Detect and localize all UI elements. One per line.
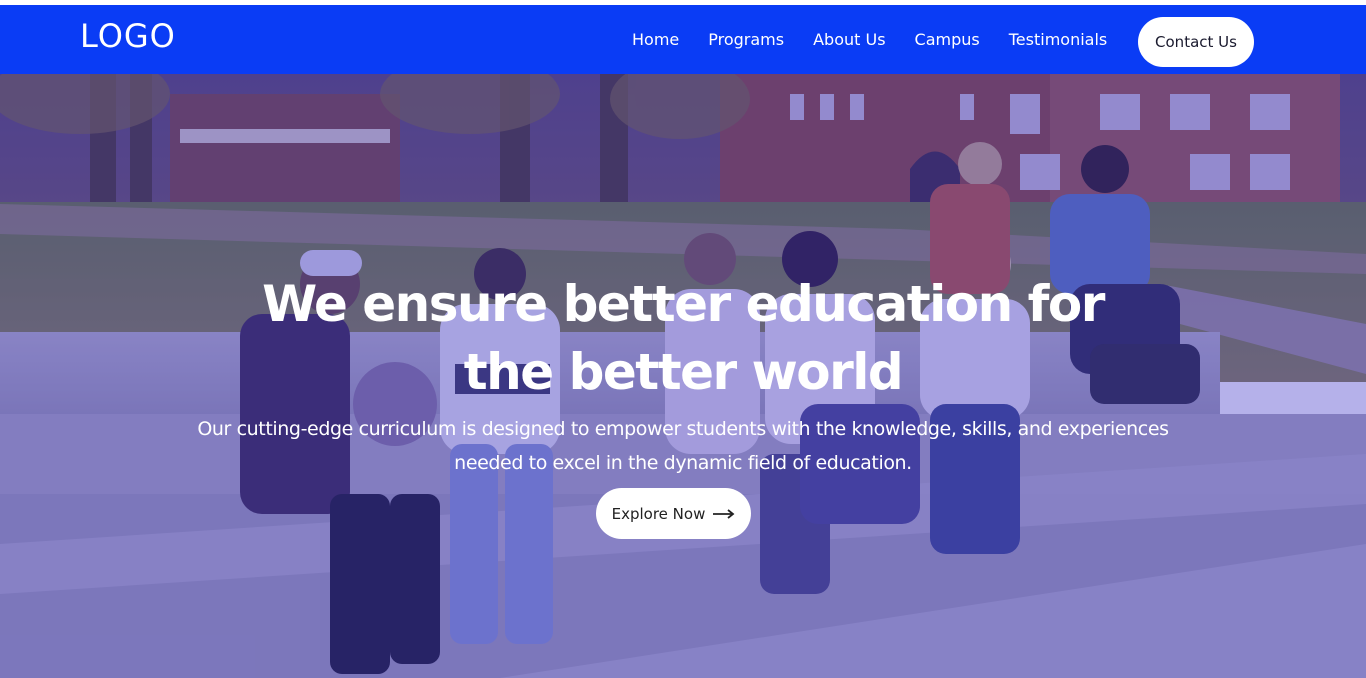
hero-subtitle-line-2: needed to excel in the dynamic field of … <box>454 452 912 474</box>
explore-now-label: Explore Now <box>611 504 706 523</box>
main-nav: Home Programs About Us Campus Testimonia… <box>632 5 1136 74</box>
hero-title-line-1: We ensure better education for <box>262 275 1105 333</box>
hero-title: We ensure better education for the bette… <box>0 270 1366 406</box>
landing-page: LOGO Home Programs About Us Campus Testi… <box>0 0 1366 678</box>
top-navbar: LOGO Home Programs About Us Campus Testi… <box>0 5 1366 74</box>
nav-link-programs[interactable]: Programs <box>708 30 784 49</box>
hero-subtitle: Our cutting-edge curriculum is designed … <box>0 412 1366 480</box>
nav-link-testimonials[interactable]: Testimonials <box>1009 30 1108 49</box>
explore-now-button[interactable]: Explore Now <box>596 488 751 539</box>
hero-subtitle-line-1: Our cutting-edge curriculum is designed … <box>197 418 1169 440</box>
nav-link-about-us[interactable]: About Us <box>813 30 885 49</box>
nav-link-home[interactable]: Home <box>632 30 679 49</box>
contact-us-button[interactable]: Contact Us <box>1138 17 1254 67</box>
hero-title-line-2: the better world <box>463 343 904 401</box>
nav-link-campus[interactable]: Campus <box>915 30 980 49</box>
arrow-right-icon <box>713 508 735 519</box>
site-logo[interactable]: LOGO <box>80 17 176 55</box>
hero-section: We ensure better education for the bette… <box>0 74 1366 678</box>
